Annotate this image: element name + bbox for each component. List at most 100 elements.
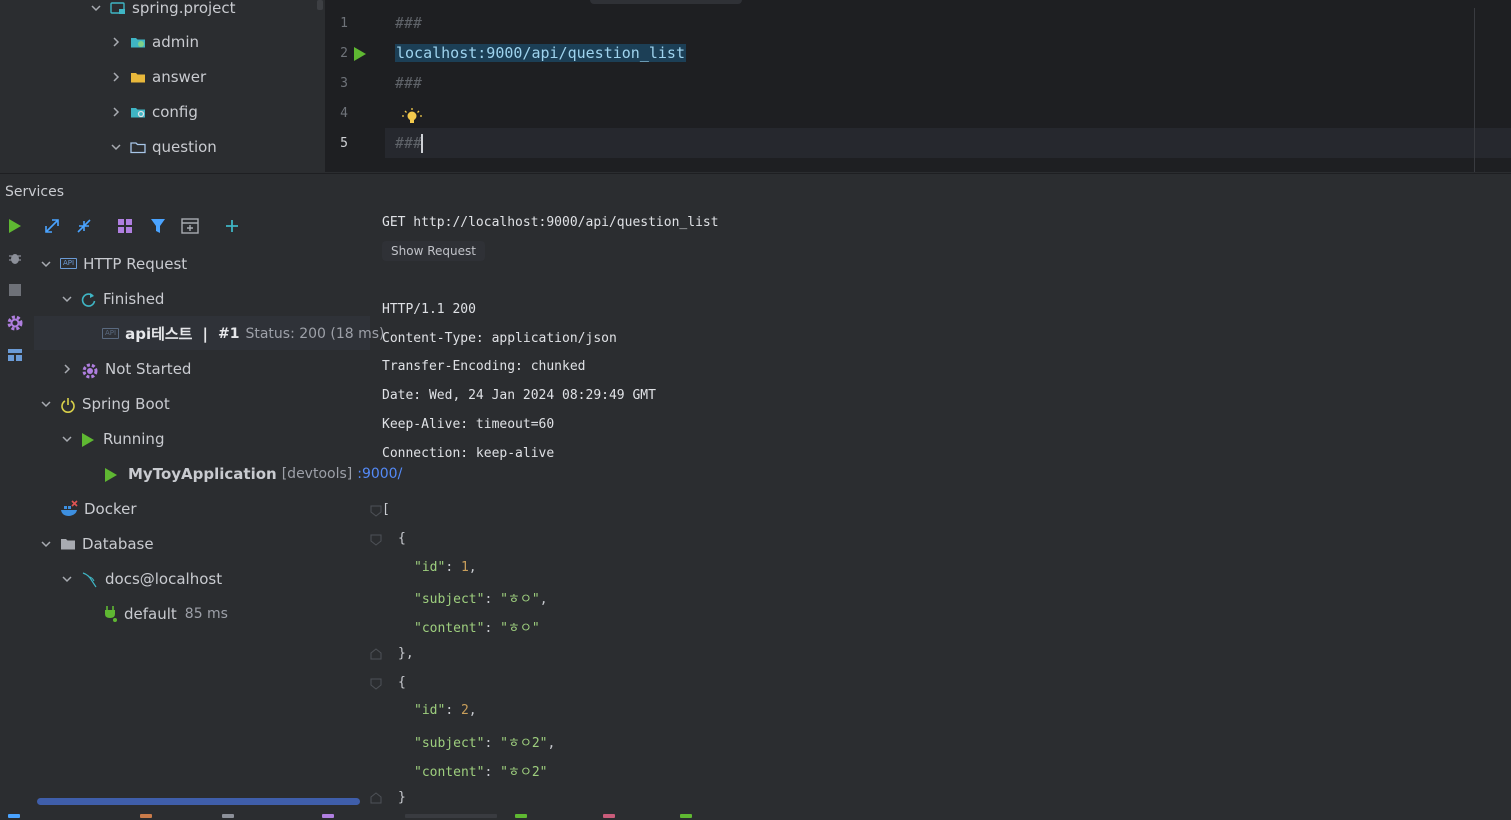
service-db-connection[interactable]: docs@localhost: [61, 561, 222, 596]
bottom-tool-icon[interactable]: [680, 814, 692, 818]
current-line-highlight: [325, 128, 1511, 158]
layout-icon[interactable]: [6, 346, 24, 364]
bottom-tool-services-tab[interactable]: [405, 814, 497, 818]
service-http-request[interactable]: API HTTP Request: [40, 246, 187, 281]
group-by-icon[interactable]: [115, 216, 135, 236]
bottom-tool-icon[interactable]: [8, 814, 20, 818]
expand-all-icon[interactable]: [42, 216, 62, 236]
tree-item-spring-project[interactable]: spring.project: [90, 0, 236, 25]
fold-toggle-icon[interactable]: [370, 505, 382, 517]
response-header: Date: Wed, 24 Jan 2024 08:29:49 GMT: [382, 388, 656, 403]
service-running-group[interactable]: Running: [61, 421, 164, 456]
run-icon: [81, 432, 97, 447]
chevron-down-icon[interactable]: [40, 538, 52, 550]
finished-refresh-icon: [81, 292, 97, 307]
bottom-tool-icon[interactable]: [603, 814, 615, 818]
response-header: Keep-Alive: timeout=60: [382, 417, 555, 432]
chevron-down-icon[interactable]: [61, 433, 73, 445]
json-open-brace: {: [398, 531, 406, 546]
services-toolbar: [0, 212, 360, 240]
chevron-down-icon[interactable]: [61, 573, 73, 585]
json-field: "content": "ㅎㅇ": [414, 621, 540, 636]
service-docker[interactable]: Docker: [60, 491, 137, 526]
http-request-editor[interactable]: 1 2 3 4 5 ### localhost:9000/api/questio…: [325, 0, 1511, 172]
chevron-down-icon[interactable]: [40, 398, 52, 410]
service-not-started-group[interactable]: Not Started: [61, 351, 191, 386]
chevron-right-icon[interactable]: [110, 106, 122, 118]
package-folder-icon: [130, 35, 146, 48]
collapse-all-icon[interactable]: [74, 216, 94, 236]
settings-gear-icon[interactable]: [6, 314, 24, 332]
module-folder-icon: [110, 1, 126, 14]
fold-end-icon[interactable]: [370, 792, 382, 804]
json-close-brace: },: [398, 646, 414, 661]
lightbulb-icon[interactable]: [402, 108, 422, 128]
editor-tab-edge: [590, 0, 742, 4]
json-field: "subject": "ㅎㅇ2",: [414, 736, 556, 751]
line-number-current: 5: [340, 136, 348, 151]
bottom-tool-icon[interactable]: [322, 814, 334, 818]
show-request-button[interactable]: Show Request: [382, 241, 485, 261]
chevron-down-icon[interactable]: [61, 293, 73, 305]
service-database[interactable]: Database: [40, 526, 154, 561]
service-spring-boot[interactable]: Spring Boot: [40, 386, 170, 421]
tree-item-admin[interactable]: admin: [110, 24, 199, 59]
session-time: 85 ms: [184, 605, 228, 622]
api-icon: API: [60, 258, 78, 269]
session-name: default: [124, 604, 177, 623]
new-tab-icon[interactable]: [180, 216, 200, 236]
separator: |: [202, 324, 208, 343]
tree-item-label: spring.project: [132, 0, 236, 17]
chevron-down-icon[interactable]: [110, 141, 122, 153]
tree-item-config[interactable]: config: [110, 94, 198, 129]
chevron-down-icon[interactable]: [40, 258, 52, 270]
gear-icon: [81, 362, 99, 379]
project-tree: spring.project admin answer config quest…: [0, 0, 325, 172]
api-icon: API: [102, 328, 120, 339]
request-separator: ###: [395, 14, 423, 32]
app-devtools: [devtools]: [281, 465, 353, 482]
tree-item-label: answer: [152, 67, 207, 86]
bottom-tool-icon[interactable]: [140, 814, 152, 818]
chevron-right-icon[interactable]: [110, 71, 122, 83]
bottom-tool-icon[interactable]: [515, 814, 527, 818]
run-request-icon[interactable]: [353, 46, 367, 61]
filter-icon[interactable]: [148, 216, 168, 236]
response-header: Transfer-Encoding: chunked: [382, 359, 586, 374]
tree-item-label: question: [152, 137, 217, 156]
app-name: MyToyApplication: [128, 464, 277, 483]
tree-item-answer[interactable]: answer: [110, 59, 206, 94]
response-header: Content-Type: application/json: [382, 331, 617, 346]
tree-item-question[interactable]: question: [110, 129, 217, 164]
status-text: Status: 200 (18 ms): [245, 325, 385, 342]
json-close-brace: }: [398, 790, 406, 805]
line-number: 2: [340, 46, 348, 61]
chevron-down-icon[interactable]: [90, 2, 102, 14]
project-scrollbar[interactable]: [317, 0, 323, 10]
fold-end-icon[interactable]: [370, 648, 382, 660]
json-open-brace: {: [398, 675, 406, 690]
chevron-right-icon[interactable]: [61, 363, 73, 375]
fold-toggle-icon[interactable]: [370, 534, 382, 546]
request-separator: ###: [395, 74, 423, 92]
service-db-default-session[interactable]: default 85 ms: [104, 596, 228, 631]
service-my-toy-application[interactable]: MyToyApplication [devtools] :9000/: [104, 456, 402, 491]
request-separator: ###: [395, 134, 423, 152]
horizontal-scrollbar[interactable]: [37, 798, 360, 805]
service-finished-group[interactable]: Finished: [61, 281, 164, 316]
line-number: 4: [340, 106, 348, 121]
fold-toggle-icon[interactable]: [370, 678, 382, 690]
stop-icon[interactable]: [6, 281, 24, 299]
debug-icon[interactable]: [6, 249, 24, 267]
line-number: 3: [340, 76, 348, 91]
request-url-line[interactable]: localhost:9000/api/question_list: [395, 44, 686, 62]
service-api-test[interactable]: API api테스트 | #1 Status: 200 (18 ms): [102, 316, 385, 351]
add-service-icon[interactable]: [222, 216, 242, 236]
bottom-tool-icon[interactable]: [222, 814, 234, 818]
run-number: #1: [217, 325, 240, 342]
service-label: Database: [82, 534, 154, 553]
chevron-right-icon[interactable]: [110, 36, 122, 48]
folder-outline-icon: [130, 140, 146, 154]
json-field: "content": "ㅎㅇ2": [414, 765, 548, 780]
service-label: Docker: [84, 499, 137, 518]
